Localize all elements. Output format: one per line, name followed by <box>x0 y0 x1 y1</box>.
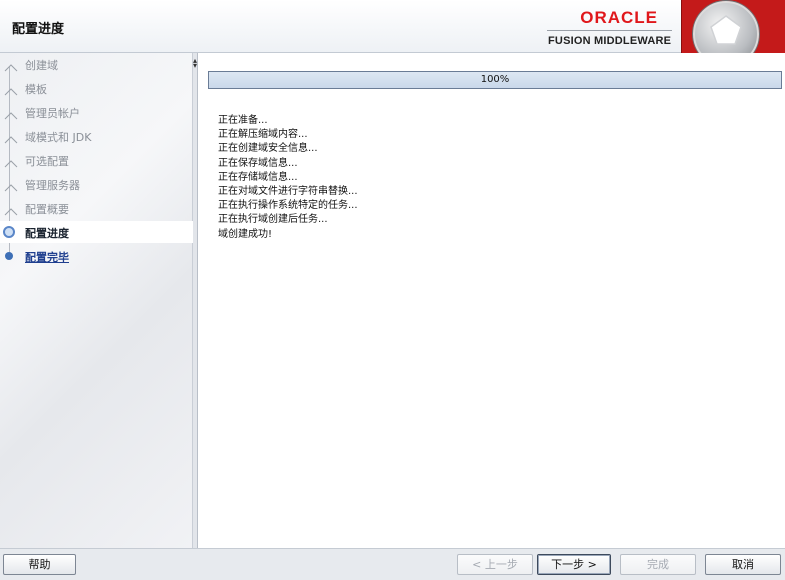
step-done-icon <box>4 131 18 144</box>
step-done-icon <box>4 155 18 168</box>
step-dot-icon <box>3 226 15 238</box>
log-line: 正在解压缩域内容... <box>218 129 308 141</box>
log-line: 域创建成功! <box>218 228 273 240</box>
step-done-icon <box>4 59 18 72</box>
sidebar-step-label: 管理服务器 <box>25 179 80 192</box>
next-button[interactable]: 下一步 > <box>537 554 611 575</box>
brand-divider <box>547 30 672 31</box>
header-bar: 配置进度 ORACLE FUSION MIDDLEWARE <box>0 0 785 53</box>
finish-button[interactable]: 完成 <box>620 554 696 575</box>
log-line: 正在存储域信息... <box>218 171 298 183</box>
steps-sidebar: 创建域模板管理员帐户域模式和 JDK 可选配置管理服务器配置概要配置进度配置完毕 <box>0 53 193 548</box>
sidebar-step: 管理员帐户 <box>0 101 193 123</box>
sidebar-step-label: 管理员帐户 <box>25 107 80 120</box>
main-panel: 100% 正在准备... 正在解压缩域内容... 正在创建域安全信息... 正在保存域… <box>197 53 785 548</box>
cancel-button[interactable]: 取消 <box>705 554 781 575</box>
page-title: 配置进度 <box>12 22 65 37</box>
log-line: 正在执行域创建后任务... <box>218 214 328 226</box>
sidebar-step[interactable]: 配置完毕 <box>0 245 193 267</box>
step-done-icon <box>4 203 18 216</box>
button-bar: 帮助 < 上一步 下一步 > 完成 取消 <box>0 548 785 580</box>
sidebar-step-label: 配置进度 <box>25 227 69 240</box>
log-line: 正在对域文件进行字符串替换... <box>218 185 358 197</box>
sidebar-step-label: 域模式和 JDK <box>25 131 92 144</box>
brand-fusion-text: FUSION MIDDLEWARE <box>548 35 672 47</box>
log-line: 正在准备... <box>218 115 268 126</box>
sidebar-step-label: 模板 <box>25 83 47 96</box>
log-line: 正在创建域安全信息... <box>218 143 318 155</box>
oracle-logo: ORACLE FUSION MIDDLEWARE <box>547 8 672 48</box>
progress-log: 正在准备... 正在解压缩域内容... 正在创建域安全信息... 正在保存域信息...… <box>218 111 358 240</box>
progress-label: 100% <box>480 74 510 85</box>
sidebar-step: 管理服务器 <box>0 173 193 195</box>
sidebar-step-label: 配置完毕 <box>25 251 69 264</box>
help-button[interactable]: 帮助 <box>3 554 76 575</box>
step-done-icon <box>4 83 18 96</box>
sidebar-step-label: 创建域 <box>25 59 58 72</box>
sidebar-step: 创建域 <box>0 53 193 75</box>
sidebar-step: 可选配置 <box>0 149 193 171</box>
sidebar-step: 模板 <box>0 77 193 99</box>
log-line: 正在执行操作系统特定的任务... <box>218 200 358 212</box>
sidebar-step: 域模式和 JDK <box>0 125 193 147</box>
brand-oracle-text: ORACLE <box>580 8 658 27</box>
step-done-icon <box>4 179 18 192</box>
sidebar-step: 配置进度 <box>0 221 193 243</box>
sidebar-step-label: 配置概要 <box>25 203 69 216</box>
progress-bar: 100% <box>208 71 782 89</box>
step-done-icon <box>4 107 18 120</box>
log-line: 正在保存域信息... <box>218 157 298 169</box>
sidebar-step-label: 可选配置 <box>25 155 69 168</box>
step-dot-icon <box>4 251 15 262</box>
back-button[interactable]: < 上一步 <box>457 554 533 575</box>
sidebar-step: 配置概要 <box>0 197 193 219</box>
